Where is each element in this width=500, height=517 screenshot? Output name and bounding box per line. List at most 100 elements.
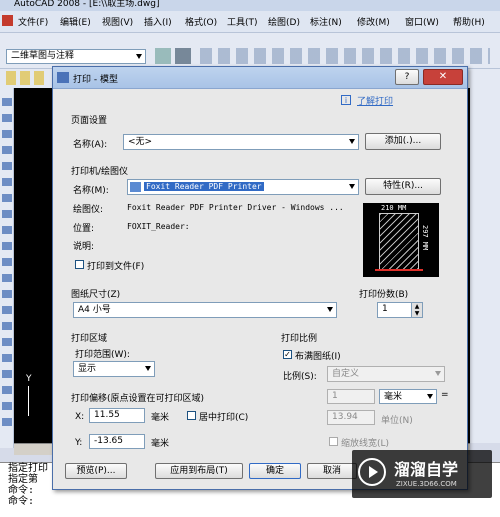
offset-x-unit: 毫米 xyxy=(151,413,170,423)
description-label: 说明: xyxy=(73,242,95,252)
offset-x-input[interactable]: 11.55 xyxy=(89,408,145,423)
workspace-dropdown[interactable]: 二维草图与注释 xyxy=(6,49,146,64)
print-to-file-checkbox[interactable] xyxy=(75,260,84,269)
play-triangle xyxy=(369,466,378,478)
printer-name-value: Foxit Reader PDF Printer xyxy=(144,182,264,191)
dialog-title: 打印 - 模型 xyxy=(73,75,118,85)
copies-spinner[interactable]: ▲ ▼ xyxy=(411,302,423,318)
print-icon xyxy=(57,72,69,83)
fit-paper-checkbox[interactable]: ✓ xyxy=(283,350,292,359)
plot-range-label: 打印范围(W): xyxy=(75,350,130,360)
chevron-down-icon xyxy=(327,307,333,312)
scale-ratio-top-value: 1 xyxy=(332,391,338,401)
page-setup-name-label: 名称(A): xyxy=(73,140,108,150)
print-dialog: 打印 - 模型 ? ✕ i 了解打印 页面设置 名称(A): <无> 添加(.)… xyxy=(52,66,468,490)
center-plot-label: 居中打印(C) xyxy=(199,413,249,423)
menu-insert[interactable]: 插入(I) xyxy=(144,15,172,28)
cancel-button[interactable]: 取消 xyxy=(307,463,357,479)
location-label: 位置: xyxy=(73,224,95,234)
scale-dropdown[interactable]: 自定义 xyxy=(327,366,445,382)
offset-y-value: -13.65 xyxy=(94,436,124,446)
menu-modify[interactable]: 修改(M) xyxy=(357,15,390,28)
menu-dimension[interactable]: 标注(N) xyxy=(310,15,342,28)
dialog-title-bar: 打印 - 模型 ? ✕ xyxy=(53,67,467,89)
chevron-down-icon xyxy=(427,394,433,399)
offset-y-label: Y: xyxy=(75,438,83,448)
offset-y-input[interactable]: -13.65 xyxy=(89,434,145,449)
layer-state-icons[interactable] xyxy=(6,71,46,85)
ucs-y-axis xyxy=(28,386,29,416)
ucs-y-label: Y xyxy=(26,374,32,384)
offset-y-unit: 毫米 xyxy=(151,439,170,449)
close-button[interactable]: ✕ xyxy=(423,69,463,85)
offset-x-label: X: xyxy=(75,412,85,422)
preview-button[interactable]: 预览(P)... xyxy=(65,463,127,479)
workspace-settings-icon[interactable] xyxy=(155,48,171,64)
info-icon: i xyxy=(341,95,351,105)
scale-ratio-bottom-value: 13.94 xyxy=(332,412,358,422)
print-to-file-label: 打印到文件(F) xyxy=(87,262,145,272)
fit-paper-label: 布满图纸(I) xyxy=(295,352,341,362)
ok-button[interactable]: 确定 xyxy=(249,463,301,479)
workspace-toolbar-icon[interactable] xyxy=(175,48,191,64)
learn-print-link[interactable]: 了解打印 xyxy=(357,94,393,107)
paper-size-value: A4 小号 xyxy=(78,305,111,315)
location-value: FOXIT_Reader: xyxy=(127,222,190,231)
center-plot-checkbox[interactable] xyxy=(187,411,196,420)
play-logo-icon xyxy=(358,458,386,486)
copies-value: 1 xyxy=(382,304,388,314)
plot-offset-title: 打印偏移(原点设置在可打印区域) xyxy=(71,394,205,404)
autocad-logo-icon xyxy=(2,15,13,26)
paper-size-title: 图纸尺寸(Z) xyxy=(71,290,121,300)
menu-file[interactable]: 文件(F) xyxy=(18,15,48,28)
menu-tools[interactable]: 工具(T) xyxy=(227,15,258,28)
draw-toolbar xyxy=(0,88,14,448)
preview-height-label: 297 MM xyxy=(421,225,429,251)
scale-ratio-top-input[interactable]: 1 xyxy=(327,389,375,404)
paper-sheet xyxy=(379,213,419,271)
menu-edit[interactable]: 编辑(E) xyxy=(60,15,91,28)
menu-draw[interactable]: 绘图(D) xyxy=(268,15,300,28)
plotter-label: 绘图仪: xyxy=(73,205,104,215)
toolbar-icons[interactable] xyxy=(200,48,490,64)
printer-name-label: 名称(M): xyxy=(73,186,109,196)
preview-width-label: 210 MM xyxy=(381,204,407,212)
watermark-name: 溜溜自学 xyxy=(394,460,459,479)
plot-range-dropdown[interactable]: 显示 xyxy=(73,361,155,377)
page-setup-title: 页面设置 xyxy=(71,116,108,126)
watermark-url: ZIXUE.3D66.COM xyxy=(396,480,457,488)
equals-icon: = xyxy=(441,390,449,400)
draw-tool-icons[interactable] xyxy=(2,98,12,428)
add-page-setup-button[interactable]: 添加(.)... xyxy=(365,133,441,150)
printer-icon xyxy=(130,182,141,192)
copies-title: 打印份数(B) xyxy=(359,290,409,300)
printer-properties-button[interactable]: 特性(R)... xyxy=(365,178,441,195)
menu-window[interactable]: 窗口(W) xyxy=(405,15,439,28)
printer-title: 打印机/绘图仪 xyxy=(71,167,129,177)
chevron-down-icon xyxy=(136,54,142,59)
menu-help[interactable]: 帮助(H) xyxy=(453,15,485,28)
chevron-down-icon xyxy=(145,366,151,371)
offset-x-value: 11.55 xyxy=(94,410,120,420)
printer-name-dropdown[interactable]: Foxit Reader PDF Printer xyxy=(127,179,359,195)
paper-size-dropdown[interactable]: A4 小号 xyxy=(73,302,337,318)
apply-to-layout-button[interactable]: 应用到布局(T) xyxy=(155,463,243,479)
paper-preview: 210 MM 297 MM xyxy=(363,203,439,277)
plot-scale-title: 打印比例 xyxy=(281,334,318,344)
help-button[interactable]: ? xyxy=(395,69,419,85)
menu-view[interactable]: 视图(V) xyxy=(102,15,133,28)
scale-lineweights-label: 缩放线宽(L) xyxy=(341,439,390,449)
scale-lineweights-checkbox[interactable] xyxy=(329,437,338,446)
page-setup-name-dropdown[interactable]: <无> xyxy=(123,134,359,150)
unit-dropdown[interactable]: 毫米 xyxy=(379,389,437,404)
scale-ratio-bottom-input[interactable]: 13.94 xyxy=(327,410,375,425)
plot-area-title: 打印区域 xyxy=(71,334,108,344)
chevron-down-icon xyxy=(435,371,441,376)
menu-bar: 文件(F) 编辑(E) 视图(V) 插入(I) 格式(O) 工具(T) 绘图(D… xyxy=(0,11,500,33)
scale-label: 比例(S): xyxy=(283,372,317,382)
paper-margin-red xyxy=(375,269,423,271)
modify-toolbar xyxy=(470,88,500,443)
menu-format[interactable]: 格式(O) xyxy=(185,15,217,28)
unit-label: 单位(N) xyxy=(381,416,413,426)
watermark: 溜溜自学 ZIXUE.3D66.COM xyxy=(352,450,492,498)
